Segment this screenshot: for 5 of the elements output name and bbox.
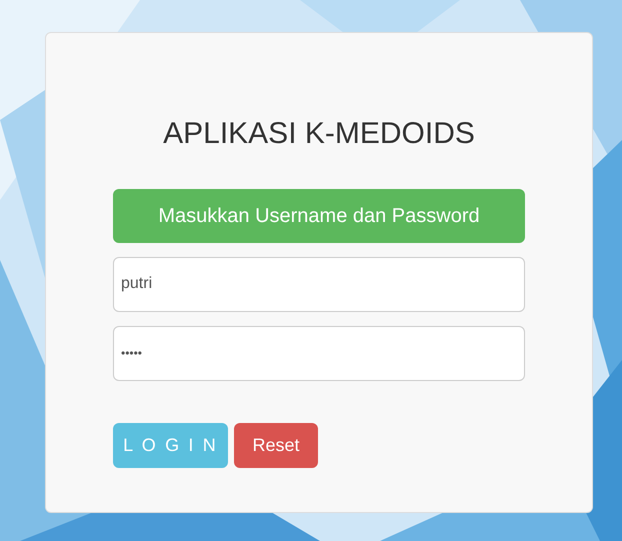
password-field[interactable]: ••••• xyxy=(113,326,525,380)
username-field[interactable]: putri xyxy=(113,256,525,312)
reset-button[interactable]: Reset xyxy=(234,422,318,468)
app-title: APLIKASI K-MEDOIDS xyxy=(163,116,475,152)
instruction-banner: Masukkan Username dan Password xyxy=(113,188,525,242)
